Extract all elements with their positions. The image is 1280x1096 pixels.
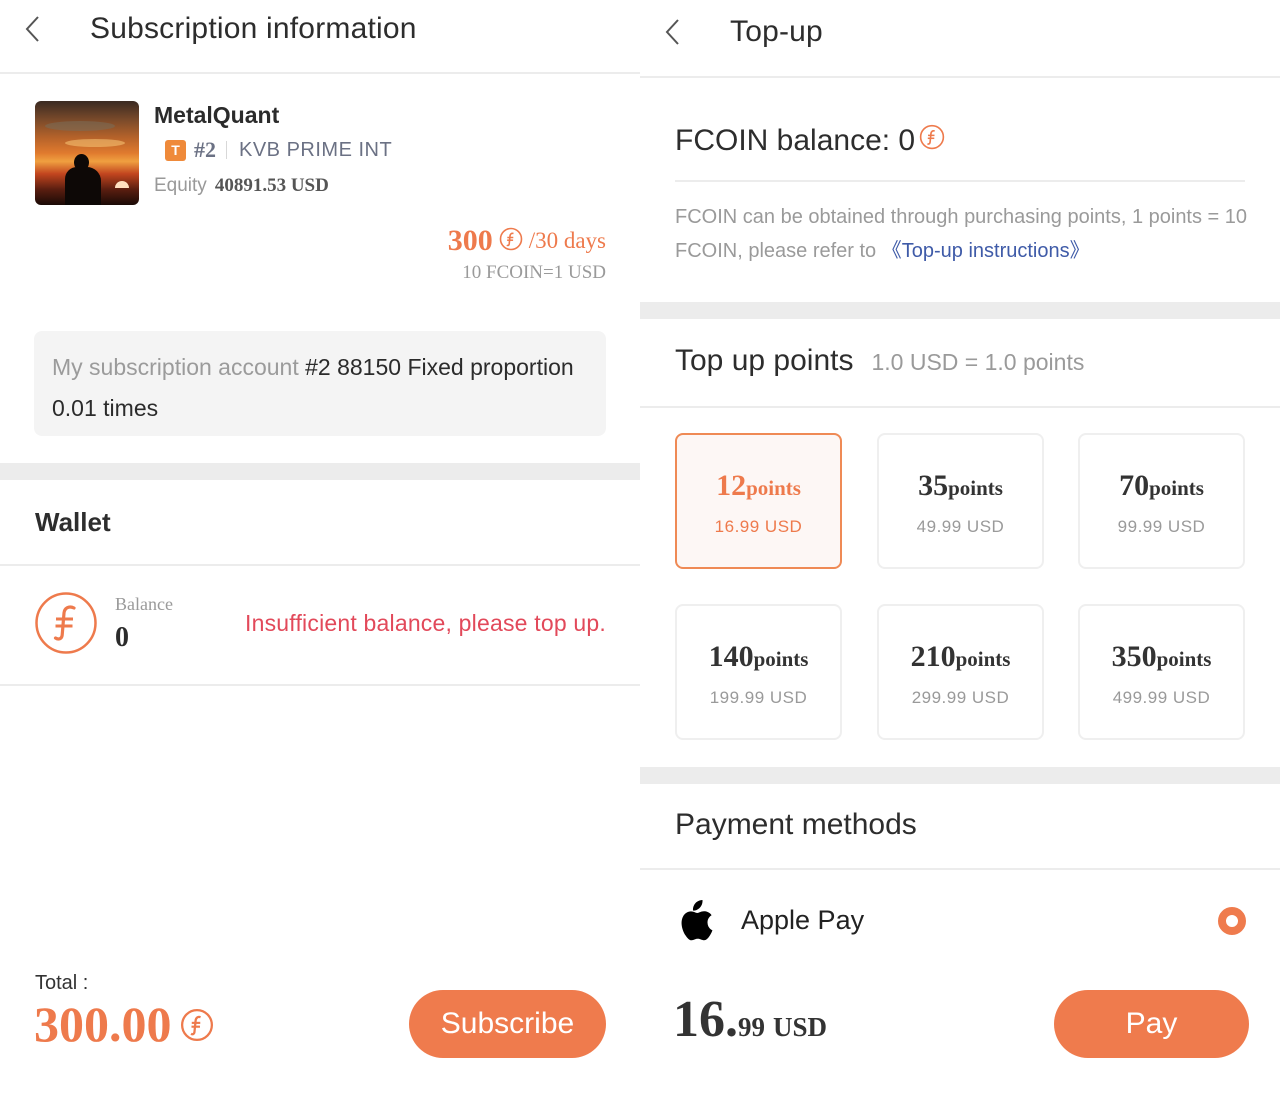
signal-name: MetalQuant (154, 102, 280, 128)
price-amount: 300 (447, 224, 493, 257)
apple-icon (676, 898, 714, 944)
divider (226, 141, 227, 159)
broker-name: KVB PRIME INT (239, 138, 393, 161)
apple-pay-radio[interactable] (1218, 907, 1246, 935)
fcoin-icon (499, 227, 523, 256)
back-button[interactable] (22, 14, 44, 44)
fcoin-balance-text: FCOIN balance: 0 (675, 124, 916, 157)
equity-value: 40891.53 USD (214, 175, 329, 196)
package-points-unit: points (746, 476, 801, 500)
package-points-value: 12 (716, 469, 747, 502)
points-package-12[interactable]: 12points 16.99 USD (675, 433, 842, 569)
section-separator (0, 463, 640, 480)
signal-meta: T #2 KVB PRIME INT (165, 137, 392, 163)
fcoin-icon (34, 591, 98, 655)
account-label: My subscription account (52, 354, 299, 380)
package-points-value: 35 (918, 469, 949, 502)
package-points-unit: points (955, 647, 1011, 671)
points-package-35[interactable]: 35points 49.99 USD (877, 433, 1044, 569)
package-points-value: 350 (1111, 640, 1157, 673)
apple-pay-label[interactable]: Apple Pay (741, 905, 864, 936)
subscription-account-box: My subscription account #2 88150 Fixed p… (34, 331, 606, 436)
topup-header: Top-up (640, 0, 1280, 78)
points-package-70[interactable]: 70points 99.99 USD (1078, 433, 1245, 569)
package-points-value: 70 (1119, 469, 1150, 502)
pay-button[interactable]: Pay (1054, 990, 1249, 1058)
package-price: 99.99 USD (1117, 517, 1206, 536)
back-button[interactable] (662, 17, 684, 47)
signal-type-badge: T (165, 139, 186, 161)
total-label: Total : (35, 972, 89, 994)
total-amount: 300.00 (34, 996, 214, 1052)
divider (640, 406, 1280, 408)
package-price: 49.99 USD (916, 517, 1005, 536)
fcoin-balance: FCOIN balance: 0 (675, 124, 945, 158)
fcoin-icon (919, 124, 945, 158)
exchange-rate: 10 FCOIN=1 USD (462, 262, 606, 283)
topup-points-title: Top up points (675, 344, 854, 377)
package-points-unit: points (1149, 476, 1204, 500)
package-price: 499.99 USD (1112, 688, 1211, 707)
page-title: Top-up (730, 15, 823, 48)
package-points: 350points (1080, 640, 1243, 674)
chevron-left-icon (665, 19, 679, 45)
package-points: 35points (879, 469, 1042, 503)
package-price: 199.99 USD (709, 688, 808, 707)
divider (0, 564, 640, 566)
divider (640, 868, 1280, 870)
topup-points-header: Top up points 1.0 USD = 1.0 points (675, 344, 1084, 378)
payment-methods-title: Payment methods (675, 808, 917, 841)
equity-label: Equity (154, 175, 207, 196)
wallet-title: Wallet (35, 507, 111, 537)
chevron-left-icon (25, 16, 39, 42)
payment-total: 16. 99 USD (673, 990, 827, 1049)
package-price: 299.99 USD (911, 688, 1010, 707)
points-package-210[interactable]: 210points 299.99 USD (877, 604, 1044, 740)
signal-number: #2 (194, 137, 216, 162)
total-currency: USD (773, 1012, 828, 1042)
divider (0, 684, 640, 686)
page-title: Subscription information (90, 12, 417, 45)
section-separator (640, 767, 1280, 784)
package-points: 12points (677, 469, 840, 503)
package-points: 140points (677, 640, 840, 674)
total-value: 300.00 (34, 996, 172, 1052)
package-points-value: 140 (708, 640, 754, 673)
signal-avatar (35, 101, 139, 205)
total-integer: 16. (673, 991, 738, 1048)
insufficient-balance-warning: Insufficient balance, please top up. (245, 610, 606, 636)
package-points-value: 210 (910, 640, 956, 673)
subscription-price: 300 /30 days (448, 224, 606, 258)
fcoin-icon (180, 1008, 214, 1047)
price-period: /30 days (528, 228, 606, 253)
points-package-140[interactable]: 140points 199.99 USD (675, 604, 842, 740)
package-points-unit: points (753, 647, 809, 671)
package-points: 210points (879, 640, 1042, 674)
equity: Equity 40891.53 USD (154, 175, 329, 197)
package-points-unit: points (948, 476, 1003, 500)
divider (675, 180, 1245, 182)
points-package-350[interactable]: 350points 499.99 USD (1078, 604, 1245, 740)
balance-value: 0 (115, 622, 129, 653)
package-points-unit: points (1156, 647, 1212, 671)
section-separator (640, 302, 1280, 319)
points-rate: 1.0 USD = 1.0 points (871, 349, 1085, 375)
total-decimal: 99 (738, 1012, 765, 1042)
package-price: 16.99 USD (714, 517, 803, 536)
subscribe-button[interactable]: Subscribe (409, 990, 606, 1058)
balance-label: Balance (115, 594, 173, 614)
topup-panel: Top-up FCOIN balance: 0 FCOIN can be obt… (640, 0, 1280, 1096)
subscription-header: Subscription information (0, 0, 640, 74)
topup-instructions-link[interactable]: 《Top-up instructions》 (882, 240, 1090, 262)
fcoin-description: FCOIN can be obtained through purchasing… (675, 200, 1255, 268)
package-points: 70points (1080, 469, 1243, 503)
subscription-panel: Subscription information MetalQuant T #2… (0, 0, 640, 1096)
